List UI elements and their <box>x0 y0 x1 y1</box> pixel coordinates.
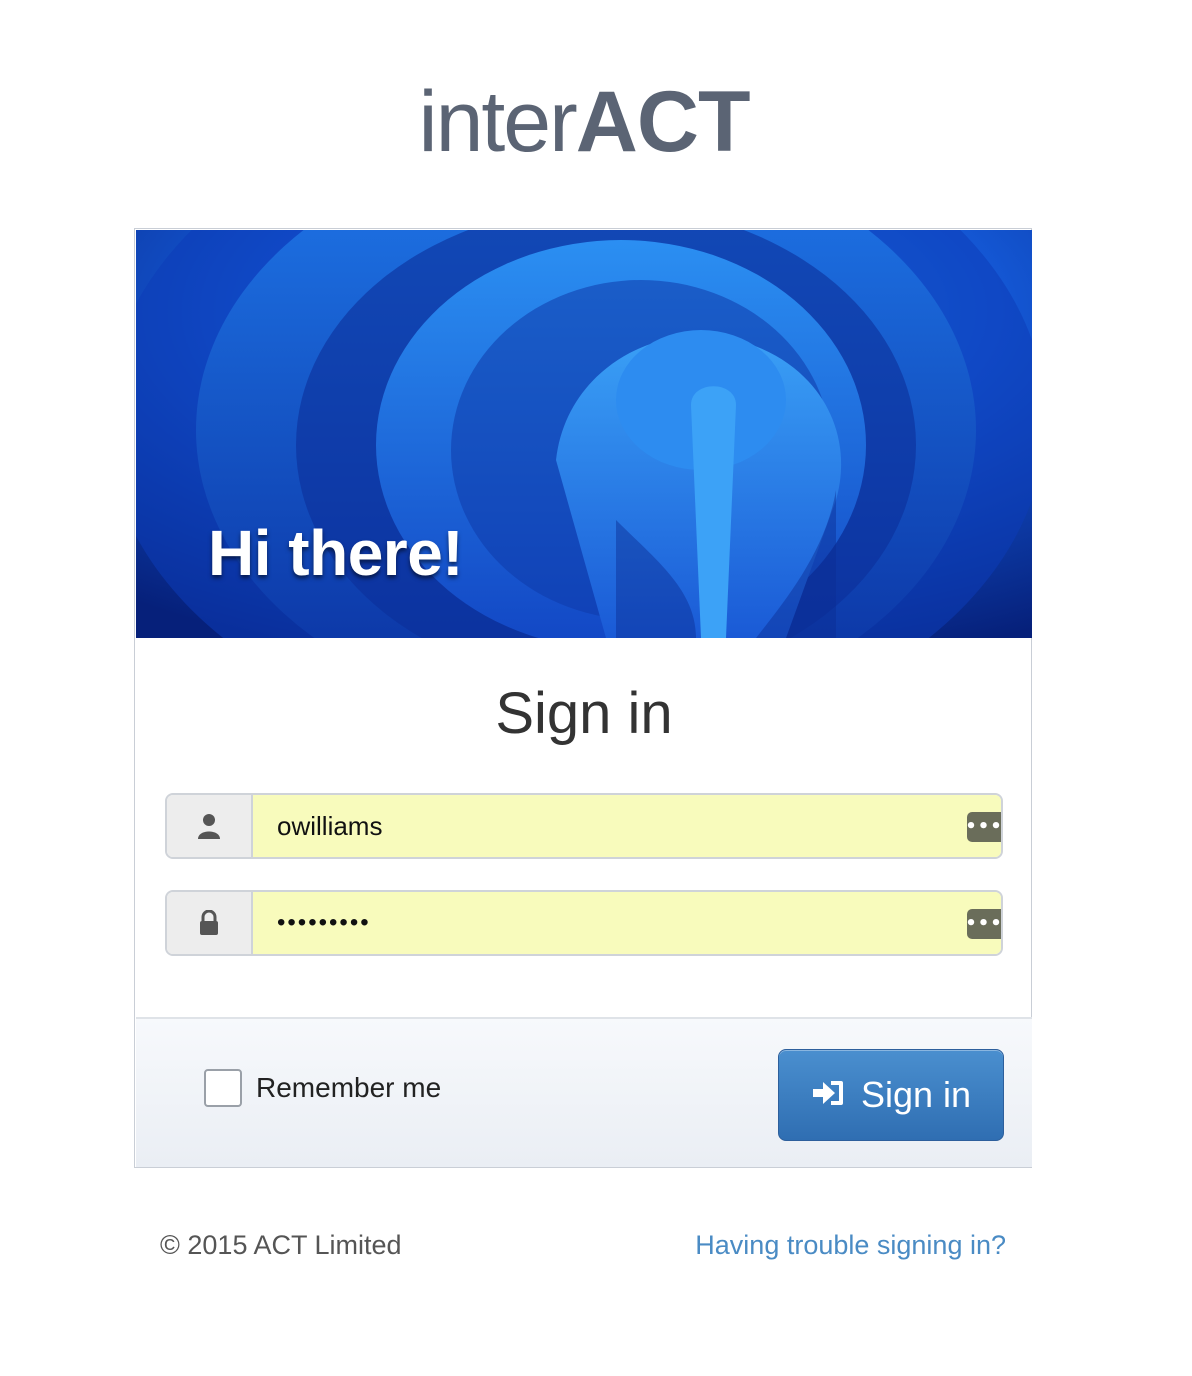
username-input-group: ••• <box>165 793 1003 859</box>
copyright-text: © 2015 ACT Limited <box>160 1230 402 1260</box>
app-logo: interACT <box>0 76 1168 168</box>
remember-me-checkbox[interactable] <box>204 1069 242 1107</box>
sign-in-button[interactable]: Sign in <box>778 1049 1004 1141</box>
password-manager-icon[interactable]: ••• <box>965 909 1001 939</box>
trouble-signing-in-link[interactable]: Having trouble signing in? <box>695 1230 1006 1261</box>
lock-icon <box>167 892 253 954</box>
user-icon <box>167 795 253 857</box>
logo-bold-text: ACT <box>575 74 751 170</box>
form-title: Sign in <box>495 681 673 746</box>
remember-me-control[interactable]: Remember me <box>204 1069 441 1107</box>
password-input[interactable] <box>253 892 1001 954</box>
password-input-group: ••• <box>165 890 1003 956</box>
remember-me-label: Remember me <box>256 1072 442 1103</box>
sign-in-button-label: Sign in <box>860 1074 972 1115</box>
hero-title: Hi there! <box>208 517 464 589</box>
hero-banner: Hi there! <box>136 230 1032 638</box>
sign-in-icon <box>811 1079 845 1112</box>
form-footer: Remember me Sign in <box>136 1017 1032 1167</box>
password-manager-icon[interactable]: ••• <box>965 812 1001 842</box>
login-card: Hi there! Sign in ••• ••• Remember me <box>134 228 1032 1168</box>
logo-light-text: inter <box>418 74 577 170</box>
username-input[interactable] <box>253 795 1001 857</box>
